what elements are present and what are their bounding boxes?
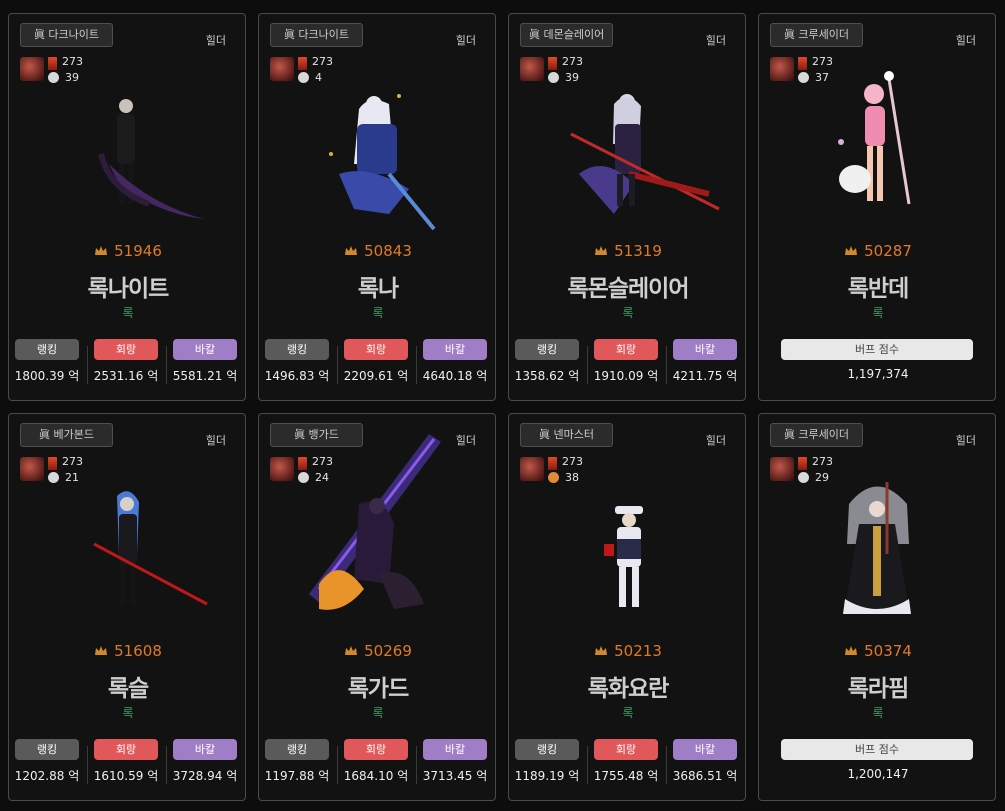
barkal-badge: 바칼 [673,739,737,760]
ranking-badge: 랭킹 [515,739,579,760]
combat-power: 50374 [759,642,997,660]
barkal-value: 4211.75 억 [672,369,738,383]
ranking-badge: 랭킹 [15,339,79,360]
guild-name: 록 [622,706,634,720]
barkal-value: 5581.21 억 [172,369,238,383]
barkal-value: 3728.94 억 [172,769,238,783]
buff-score-badge: 버프 점수 [781,739,973,760]
hoeryang-badge: 회랑 [94,739,158,760]
character-card[interactable]: 眞 다크나이트 힐더 273 39 51946 록나이트 록 랭킹 회랑 바칼 … [8,13,246,401]
ranking-value: 1496.83 억 [264,369,330,383]
character-name[interactable]: 록화요란 [509,669,747,703]
crown-icon [595,646,608,655]
character-sprite [329,94,436,231]
combat-power: 51608 [9,642,247,660]
guild-name: 록 [872,706,884,720]
combat-power: 50843 [259,242,497,260]
crown-icon [345,246,358,255]
character-card[interactable]: 眞 데몬슬레이어 힐더 273 39 51319 록몬슬레이어 록 랭킹 회랑 … [508,13,746,401]
hoeryang-value: 1684.10 억 [343,769,409,783]
barkal-value: 4640.18 억 [422,369,488,383]
character-card[interactable]: 眞 크루세이더 힐더 273 37 50287 록반데 록 버프 점수 1,19… [758,13,996,401]
character-name[interactable]: 록나 [259,269,497,303]
hoeryang-badge: 회랑 [344,739,408,760]
guild-name: 록 [122,306,134,320]
combat-power: 50269 [259,642,497,660]
character-name[interactable]: 록가드 [259,669,497,703]
barkal-value: 3686.51 억 [672,769,738,783]
character-sprite [570,94,720,214]
crown-icon [95,646,108,655]
character-card[interactable]: 眞 베가본드 힐더 273 21 51608 록슬 록 랭킹 회랑 바칼 120… [8,413,246,801]
barkal-badge: 바칼 [423,739,487,760]
guild-name: 록 [622,306,634,320]
guild-name: 록 [372,306,384,320]
ranking-badge: 랭킹 [515,339,579,360]
ranking-value: 1197.88 억 [264,769,330,783]
ranking-value: 1189.19 억 [514,769,580,783]
character-name[interactable]: 록몬슬레이어 [509,269,747,303]
character-name[interactable]: 록나이트 [9,269,247,303]
character-card[interactable]: 眞 다크나이트 힐더 273 4 50843 록나 록 랭킹 회랑 바칼 149… [258,13,496,401]
guild-name: 록 [122,706,134,720]
hoeryang-badge: 회랑 [594,339,658,360]
hoeryang-value: 2531.16 억 [93,369,159,383]
combat-power: 50213 [509,642,747,660]
character-card[interactable]: 眞 크루세이더 힐더 273 29 50374 록라핌 록 버프 점수 1,20… [758,413,996,801]
character-sprite [604,506,643,607]
character-grid: 眞 다크나이트 힐더 273 39 51946 록나이트 록 랭킹 회랑 바칼 … [0,0,1005,811]
character-name[interactable]: 록반데 [759,269,997,303]
ranking-badge: 랭킹 [265,739,329,760]
hoeryang-badge: 회랑 [594,739,658,760]
barkal-badge: 바칼 [173,739,237,760]
buff-score-value: 1,197,374 [847,367,909,381]
character-name[interactable]: 록라핌 [759,669,997,703]
buff-score-badge: 버프 점수 [781,339,973,360]
hoeryang-value: 1755.48 억 [593,769,659,783]
barkal-badge: 바칼 [673,339,737,360]
hoeryang-value: 1910.09 억 [593,369,659,383]
guild-name: 록 [372,706,384,720]
barkal-badge: 바칼 [423,339,487,360]
barkal-badge: 바칼 [173,339,237,360]
hoeryang-badge: 회랑 [344,339,408,360]
guild-name: 록 [872,306,884,320]
crown-icon [595,246,608,255]
hoeryang-badge: 회랑 [94,339,158,360]
character-name[interactable]: 록슬 [9,669,247,703]
ranking-badge: 랭킹 [15,739,79,760]
ranking-value: 1358.62 억 [514,369,580,383]
ranking-badge: 랭킹 [265,339,329,360]
character-sprite [93,491,208,606]
combat-power: 50287 [759,242,997,260]
combat-power: 51319 [509,242,747,260]
crown-icon [845,246,858,255]
ranking-value: 1202.88 억 [14,769,80,783]
crown-icon [845,646,858,655]
ranking-value: 1800.39 억 [14,369,80,383]
character-card[interactable]: 眞 넨마스터 힐더 273 38 50213 록화요란 록 랭킹 회랑 바칼 1… [508,413,746,801]
character-card[interactable]: 眞 뱅가드 힐더 273 24 50269 록가드 록 랭킹 회랑 바칼 119… [258,413,496,801]
barkal-value: 3713.45 억 [422,769,488,783]
combat-power: 51946 [9,242,247,260]
character-sprite [843,482,911,614]
crown-icon [345,646,358,655]
character-sprite [838,71,911,205]
hoeryang-value: 1610.59 억 [93,769,159,783]
buff-score-value: 1,200,147 [847,767,909,781]
character-sprite [309,434,441,610]
hoeryang-value: 2209.61 억 [343,369,409,383]
crown-icon [95,246,108,255]
character-sprite [98,99,204,219]
